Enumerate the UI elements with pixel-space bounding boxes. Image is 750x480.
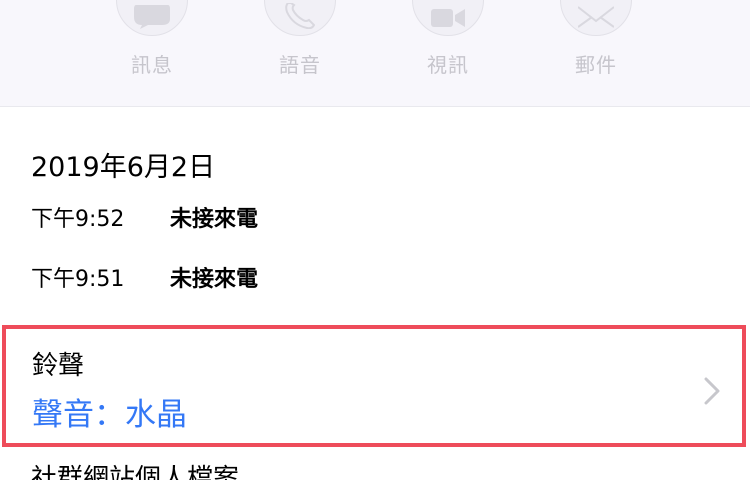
call-history: 2019年6月2日 下午9:52 未接來電 下午9:51 未接來電 (31, 150, 731, 292)
mail-action[interactable]: 郵件 (551, 0, 641, 78)
message-action-label: 訊息 (131, 53, 173, 77)
message-action[interactable]: 訊息 (107, 0, 197, 78)
ringtone-row[interactable]: 鈴聲 聲音：水晶 (2, 325, 746, 447)
call-history-row: 下午9:51 未接來電 (31, 265, 631, 295)
video-camera-icon (431, 9, 465, 27)
mail-action-circle[interactable] (560, 0, 632, 36)
ringtone-title: 鈴聲 (32, 351, 85, 381)
voice-action-circle[interactable] (264, 0, 336, 36)
message-action-circle[interactable] (116, 0, 188, 36)
video-action[interactable]: 視訊 (403, 0, 493, 78)
call-status: 未接來電 (170, 207, 259, 232)
ringtone-value: 聲音：水晶 (32, 397, 187, 433)
video-action-circle[interactable] (412, 0, 484, 36)
contact-action-bar: 訊息 語音 視訊 郵件 (0, 0, 750, 107)
mail-action-label: 郵件 (575, 53, 617, 77)
voice-action[interactable]: 語音 (255, 0, 345, 78)
chevron-right-icon (704, 377, 720, 405)
call-time: 下午9:52 (31, 207, 125, 232)
phone-icon (285, 3, 315, 29)
voice-action-label: 語音 (279, 53, 321, 77)
video-action-label: 視訊 (427, 53, 469, 77)
call-status: 未接來電 (170, 267, 259, 292)
contact-detail-screen: 訊息 語音 視訊 郵件 2019年6月2日 下午9:52 未接來電 下午9:51… (0, 0, 750, 480)
social-profile-row[interactable]: 社群網站個人檔案 (31, 462, 239, 480)
call-history-date: 2019年6月2日 (31, 152, 216, 183)
call-history-row: 下午9:52 未接來電 (31, 205, 631, 235)
envelope-icon (578, 6, 614, 28)
message-bubble-icon (134, 5, 170, 29)
call-time: 下午9:51 (31, 267, 125, 292)
